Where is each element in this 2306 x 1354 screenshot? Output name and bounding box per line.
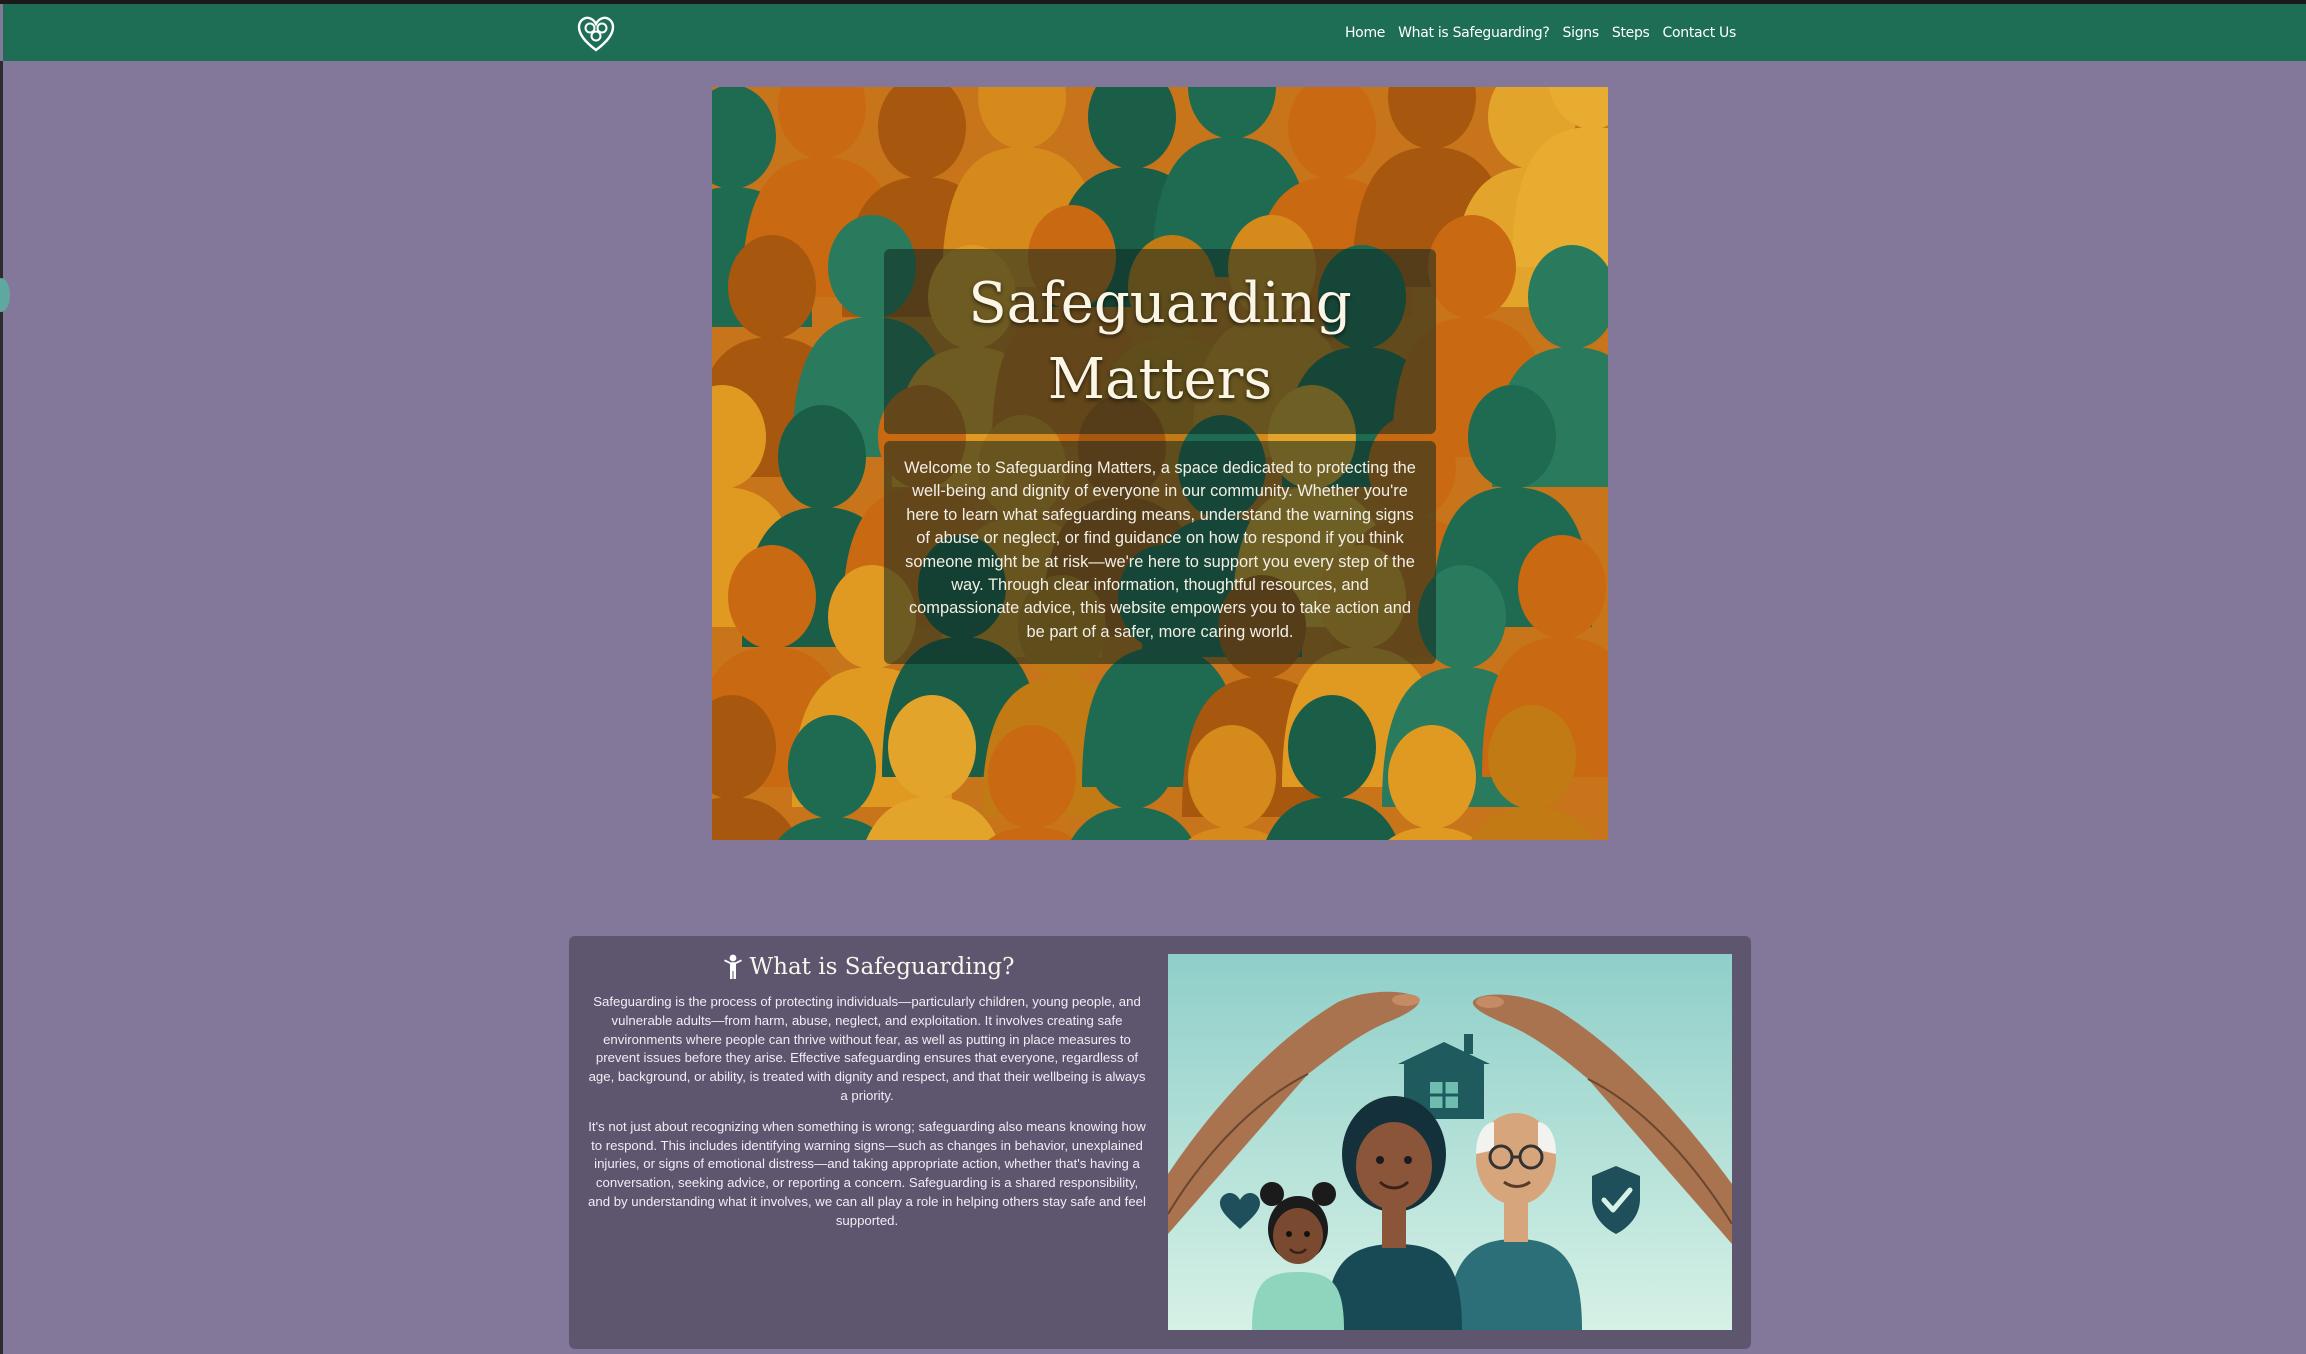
side-tab-handle[interactable]	[0, 278, 10, 312]
nav-contact-us-link[interactable]: Contact Us	[1663, 25, 1737, 41]
what-is-safeguarding-section: What is Safeguarding? Safeguarding is th…	[569, 936, 1751, 1349]
family-protection-illustration	[1168, 954, 1732, 1330]
hero-title-panel: Safeguarding Matters	[884, 249, 1436, 434]
nav-what-is-safeguarding-link[interactable]: What is Safeguarding?	[1398, 25, 1550, 41]
hero-intro-text: Welcome to Safeguarding Matters, a space…	[904, 459, 1416, 641]
nav-steps-link[interactable]: Steps	[1612, 25, 1650, 41]
top-navbar: Home What is Safeguarding? Signs Steps C…	[3, 4, 2306, 61]
hero-intro-panel: Welcome to Safeguarding Matters, a space…	[884, 441, 1436, 664]
window-left-border	[0, 61, 3, 1354]
nav-links: Home What is Safeguarding? Signs Steps C…	[1345, 4, 1736, 61]
hero-section: Safeguarding Matters Welcome to Safeguar…	[712, 87, 1608, 840]
section-paragraph-2: It's not just about recognizing when som…	[588, 1118, 1146, 1228]
hero-title: Safeguarding Matters	[968, 270, 1352, 412]
nav-home-link[interactable]: Home	[1345, 25, 1385, 41]
section-body: Safeguarding is the process of protectin…	[585, 993, 1149, 1243]
section-heading: What is Safeguarding?	[569, 954, 1167, 980]
section-paragraph-1: Safeguarding is the process of protectin…	[588, 994, 1146, 1103]
heart-knot-icon[interactable]	[576, 14, 616, 54]
nav-signs-link[interactable]: Signs	[1563, 25, 1600, 41]
person-icon	[723, 954, 742, 979]
section-heading-text: What is Safeguarding?	[749, 954, 1015, 980]
